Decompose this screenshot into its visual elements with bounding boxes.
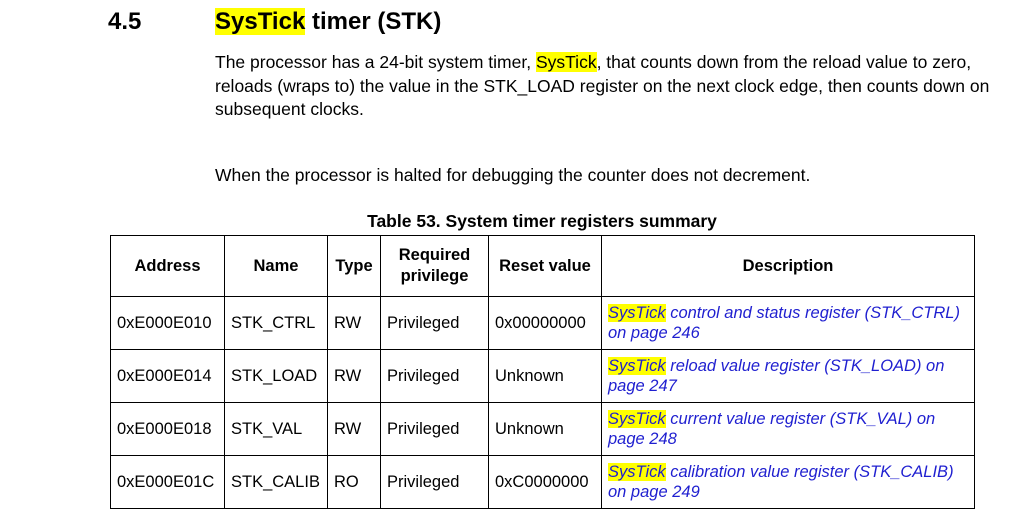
cell-name: STK_LOAD bbox=[224, 349, 328, 403]
cell-reset-value: Unknown bbox=[488, 402, 602, 456]
cell-privilege: Privileged bbox=[380, 455, 489, 509]
description-link-highlight: SysTick bbox=[608, 357, 666, 375]
table-row: 0xE000E010 STK_CTRL RW Privileged 0x0000… bbox=[110, 296, 975, 350]
cell-address: 0xE000E010 bbox=[110, 296, 225, 350]
description-link-highlight: SysTick bbox=[608, 304, 666, 322]
header-reset-value: Reset value bbox=[488, 235, 602, 297]
cell-type: RO bbox=[327, 455, 381, 509]
table-row: 0xE000E018 STK_VAL RW Privileged Unknown… bbox=[110, 402, 975, 456]
description-link-stk-load[interactable]: SysTick reload value register (STK_LOAD)… bbox=[601, 349, 975, 403]
cell-name: STK_CALIB bbox=[224, 455, 328, 509]
header-privilege: Required privilege bbox=[380, 235, 489, 297]
cell-address: 0xE000E018 bbox=[110, 402, 225, 456]
system-timer-registers-table: Address Name Type Required privilege Res… bbox=[110, 235, 975, 509]
section-number: 4.5 bbox=[108, 8, 142, 35]
cell-type: RW bbox=[327, 402, 381, 456]
cell-privilege: Privileged bbox=[380, 296, 489, 350]
intro-paragraph: The processor has a 24-bit system timer,… bbox=[215, 51, 1005, 122]
cell-type: RW bbox=[327, 349, 381, 403]
description-link-stk-val[interactable]: SysTick current value register (STK_VAL)… bbox=[601, 402, 975, 456]
cell-reset-value: 0xC0000000 bbox=[488, 455, 602, 509]
header-type: Type bbox=[327, 235, 381, 297]
section-title-rest: timer (STK) bbox=[305, 8, 442, 35]
table-caption: Table 53. System timer registers summary bbox=[367, 211, 717, 231]
header-address: Address bbox=[110, 235, 225, 297]
table-row: 0xE000E014 STK_LOAD RW Privileged Unknow… bbox=[110, 349, 975, 403]
cell-privilege: Privileged bbox=[380, 402, 489, 456]
cell-address: 0xE000E014 bbox=[110, 349, 225, 403]
header-name: Name bbox=[224, 235, 328, 297]
description-link-highlight: SysTick bbox=[608, 463, 666, 481]
table-header-row: Address Name Type Required privilege Res… bbox=[110, 235, 975, 297]
section-title-highlight: SysTick bbox=[215, 8, 306, 35]
header-description: Description bbox=[601, 235, 975, 297]
cell-privilege: Privileged bbox=[380, 349, 489, 403]
description-link-stk-calib[interactable]: SysTick calibration value register (STK_… bbox=[601, 455, 975, 509]
intro-paragraph-start: The processor has a 24-bit system timer, bbox=[215, 52, 536, 72]
cell-address: 0xE000E01C bbox=[110, 455, 225, 509]
debug-paragraph: When the processor is halted for debuggi… bbox=[215, 165, 811, 185]
cell-name: STK_CTRL bbox=[224, 296, 328, 350]
cell-name: STK_VAL bbox=[224, 402, 328, 456]
table-row: 0xE000E01C STK_CALIB RO Privileged 0xC00… bbox=[110, 455, 975, 509]
section-title: SysTick timer (STK) bbox=[215, 6, 441, 38]
cell-type: RW bbox=[327, 296, 381, 350]
cell-reset-value: 0x00000000 bbox=[488, 296, 602, 350]
intro-paragraph-highlight: SysTick bbox=[535, 52, 597, 72]
description-link-stk-ctrl[interactable]: SysTick control and status register (STK… bbox=[601, 296, 975, 350]
cell-reset-value: Unknown bbox=[488, 349, 602, 403]
description-link-highlight: SysTick bbox=[608, 410, 666, 428]
